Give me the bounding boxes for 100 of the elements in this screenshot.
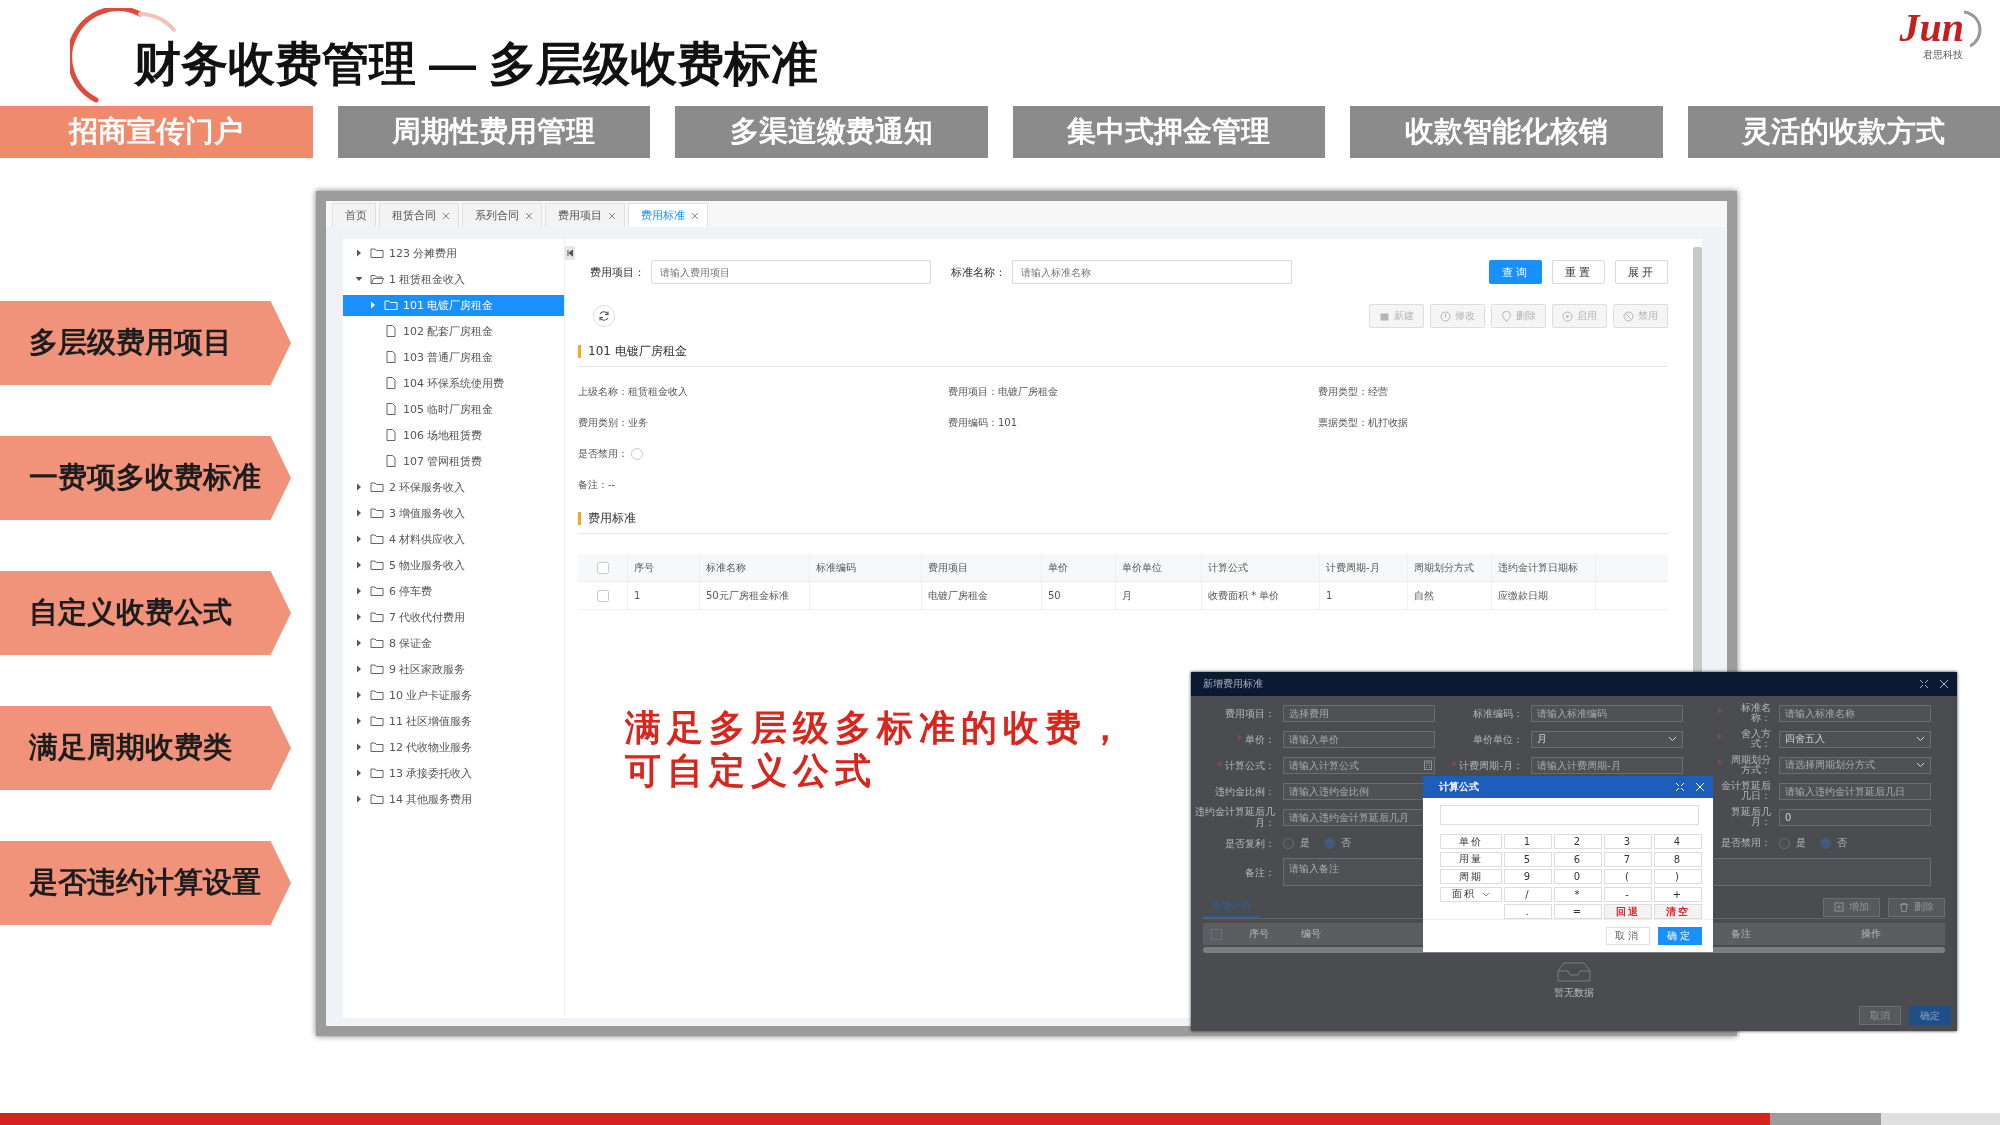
tree-item[interactable]: 106 场地租赁费	[343, 425, 564, 446]
variable-key[interactable]: 面积	[1440, 886, 1502, 902]
required-mark: *	[1717, 760, 1722, 770]
caret-right-icon[interactable]	[355, 483, 363, 492]
input-field[interactable]: 请输入违约金计算延后几日	[1779, 782, 1931, 800]
caret-right-icon[interactable]	[355, 613, 363, 622]
search-field[interactable]: 请输入费用项目	[651, 260, 931, 284]
field-label: 标准编码：	[1473, 707, 1523, 719]
calculator-key[interactable]: 回退	[1604, 904, 1652, 919]
calculator-key[interactable]: )	[1654, 869, 1702, 884]
input-field[interactable]: 请输入计算公式	[1283, 756, 1435, 774]
info-text: 费用类别：业务	[578, 416, 649, 430]
calculator-key[interactable]: 1	[1504, 834, 1552, 849]
calculator-key[interactable]: 4	[1654, 834, 1702, 849]
tree-item[interactable]: 123 分摊费用	[343, 243, 564, 264]
tree-item[interactable]: 107 管网租赁费	[343, 451, 564, 472]
calculator-key[interactable]: .	[1504, 904, 1552, 919]
variable-key[interactable]: 周期	[1440, 869, 1502, 884]
caret-right-icon[interactable]	[355, 665, 363, 674]
tree-item[interactable]: 104 环保系统使用费	[343, 373, 564, 394]
calculator-key[interactable]: 3	[1604, 834, 1652, 849]
calculator-key[interactable]: (	[1604, 869, 1652, 884]
tree-item[interactable]: 5 物业服务收入	[343, 555, 564, 576]
input-field[interactable]: 0	[1779, 808, 1931, 826]
column-header: 备注	[1731, 927, 1751, 941]
folder-icon	[384, 299, 398, 312]
expand-icon[interactable]	[1919, 679, 1929, 689]
tree-item[interactable]: 13 承接委托收入	[343, 763, 564, 784]
file-icon	[384, 403, 398, 416]
calculator-key[interactable]: 5	[1504, 851, 1552, 867]
tree-item[interactable]: 14 其他服务费用	[343, 789, 564, 810]
caret-right-icon[interactable]	[355, 743, 363, 752]
caret-right-icon[interactable]	[355, 509, 363, 518]
caret-right-icon[interactable]	[355, 249, 363, 258]
calculator-key[interactable]: *	[1554, 886, 1602, 902]
action-button[interactable]: 展开	[1615, 260, 1668, 284]
caret-right-icon[interactable]	[355, 639, 363, 648]
select-field[interactable]: 四舍五入	[1779, 730, 1931, 748]
column-header: 标准名称	[706, 560, 746, 575]
tree-item[interactable]: 2 环保服务收入	[343, 477, 564, 498]
select-field[interactable]: 月	[1531, 730, 1683, 748]
folder-icon	[370, 637, 384, 650]
tree-item[interactable]: 11 社区增值服务	[343, 711, 564, 732]
input-field[interactable]: 选择费用	[1283, 704, 1435, 722]
tree-item[interactable]: 103 普通厂房租金	[343, 347, 564, 368]
calculator-key[interactable]: 8	[1654, 851, 1702, 867]
tree-item[interactable]: 4 材料供应收入	[343, 529, 564, 550]
tree-item[interactable]: 10 业户卡证服务	[343, 685, 564, 706]
formula-field[interactable]	[1440, 805, 1699, 825]
calculator-icon[interactable]	[1423, 760, 1433, 770]
caret-right-icon[interactable]	[355, 795, 363, 804]
calculator-key[interactable]: /	[1504, 886, 1552, 902]
tree-item[interactable]: 102 配套厂房租金	[343, 321, 564, 342]
action-button[interactable]: 重置	[1552, 260, 1605, 284]
input-field[interactable]: 请输入单价	[1283, 730, 1435, 748]
page-tab[interactable]: 费用项目	[545, 203, 625, 227]
variable-key[interactable]: 用量	[1440, 851, 1502, 867]
variable-key[interactable]: 单价	[1440, 834, 1502, 849]
caret-right-icon[interactable]	[355, 717, 363, 726]
calculator-key[interactable]: 2	[1554, 834, 1602, 849]
page-tab[interactable]: 首页	[332, 203, 376, 227]
cancel-button[interactable]: 取消	[1606, 927, 1650, 945]
tree-item[interactable]: 1 租赁租金收入	[343, 269, 564, 290]
callout-text: 可自定义公式	[625, 749, 878, 792]
calculator-key[interactable]: 7	[1604, 851, 1652, 867]
input-field[interactable]: 请输入标准编码	[1531, 704, 1683, 722]
calculator-key[interactable]: 6	[1554, 851, 1602, 867]
calculator-key[interactable]: 0	[1554, 869, 1602, 884]
radio-button[interactable]	[1324, 837, 1335, 849]
select-field[interactable]: 请选择周期划分方式	[1779, 756, 1931, 774]
calculator-key[interactable]: +	[1654, 886, 1702, 902]
calculator-key[interactable]: =	[1554, 904, 1602, 919]
caret-right-icon[interactable]	[355, 691, 363, 700]
search-field[interactable]: 请输入标准名称	[1012, 260, 1292, 284]
tree-item[interactable]: 8 保证金	[343, 633, 564, 654]
refresh-icon	[598, 310, 610, 322]
calculator-key[interactable]: -	[1604, 886, 1652, 902]
tree-item[interactable]: 6 停车费	[343, 581, 564, 602]
tree-item[interactable]: 12 代收物业服务	[343, 737, 564, 758]
tree-item[interactable]: 9 社区家政服务	[343, 659, 564, 680]
column-header: 操作	[1861, 927, 1881, 941]
tree-item[interactable]: 7 代收代付费用	[343, 607, 564, 628]
caret-right-icon[interactable]	[355, 535, 363, 544]
required-mark: *	[1451, 759, 1457, 771]
close-icon[interactable]	[1939, 679, 1949, 689]
input-field[interactable]: 请输入标准名称	[1779, 704, 1931, 722]
caret-right-icon[interactable]	[369, 301, 377, 310]
section-title: 101 电镀厂房租金	[588, 342, 687, 360]
radio-button[interactable]	[1820, 837, 1831, 849]
caret-right-icon[interactable]	[355, 769, 363, 778]
caret-right-icon[interactable]	[355, 561, 363, 570]
caret-right-icon[interactable]	[355, 587, 363, 596]
calculator-key[interactable]: 清空	[1654, 904, 1702, 919]
page-tab[interactable]: 系列合同	[462, 203, 542, 227]
page-tab[interactable]: 租赁合同	[379, 203, 459, 227]
tree-item[interactable]: 105 临时厂房租金	[343, 399, 564, 420]
collapse-icon[interactable]	[565, 246, 575, 260]
input-field[interactable]: 请输入计费周期-月	[1531, 756, 1683, 774]
tree-item[interactable]: 3 增值服务收入	[343, 503, 564, 524]
calculator-key[interactable]: 9	[1504, 869, 1552, 884]
